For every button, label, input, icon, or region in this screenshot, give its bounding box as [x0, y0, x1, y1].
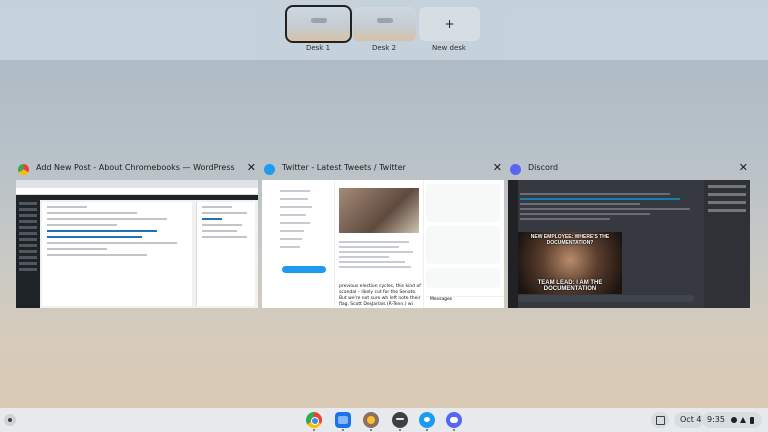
window-title: Twitter - Latest Tweets / Twitter [282, 163, 406, 172]
launcher-button[interactable] [4, 414, 16, 426]
window-wordpress[interactable]: Add New Post - About Chromebooks — WordP… [16, 160, 258, 308]
close-icon[interactable]: ✕ [493, 161, 502, 174]
clock-time: 9:35 [707, 415, 725, 424]
files-app-icon[interactable] [335, 412, 351, 431]
server-list [508, 180, 518, 308]
messages-bar: Messages [426, 296, 504, 307]
wp-editor [42, 202, 192, 306]
tweet-text: previous election cycles, this kind of s… [339, 284, 421, 307]
desk-2-thumbnail[interactable] [353, 7, 416, 41]
twitter-app-icon[interactable] [419, 412, 435, 431]
meme-bottom-text: TEAM LEAD: I AM THE DOCUMENTATION [537, 280, 603, 292]
tweet-photo [339, 188, 419, 233]
window-header: Discord ✕ [508, 160, 750, 180]
meme-top-text: NEW EMPLOYEE: WHERE'S THE DOCUMENTATION? [530, 234, 610, 246]
member-list [704, 180, 750, 308]
wp-admin-sidebar [16, 199, 40, 308]
window-header: Twitter - Latest Tweets / Twitter ✕ [262, 160, 504, 180]
plus-icon: + [444, 17, 455, 31]
date-tray[interactable]: Oct 4 [674, 412, 704, 428]
chrome-icon [18, 164, 29, 175]
new-desk-label: New desk [432, 44, 466, 52]
whats-happening [426, 184, 500, 292]
close-icon[interactable]: ✕ [739, 161, 748, 174]
overview-tray-icon[interactable] [651, 412, 669, 428]
twitter-nav [280, 186, 325, 254]
tweet-button [282, 266, 326, 273]
wp-settings-panel [196, 202, 255, 306]
battery-icon [750, 417, 754, 424]
chrome-app-icon[interactable] [306, 412, 322, 431]
window-header: Add New Post - About Chromebooks — WordP… [16, 160, 258, 180]
terminal-app-icon[interactable] [392, 412, 408, 431]
twitter-feed: previous election cycles, this kind of s… [334, 180, 424, 308]
meme-image: NEW EMPLOYEE: WHERE'S THE DOCUMENTATION?… [518, 232, 622, 294]
window-preview[interactable]: NEW EMPLOYEE: WHERE'S THE DOCUMENTATION?… [508, 180, 750, 308]
notification-icon [731, 417, 737, 423]
status-area[interactable]: 9:35 [702, 412, 762, 428]
window-twitter[interactable]: Twitter - Latest Tweets / Twitter ✕ prev… [262, 160, 504, 308]
date-text: Oct 4 [680, 415, 702, 424]
desk-1-thumbnail[interactable] [285, 5, 352, 43]
window-preview[interactable]: previous election cycles, this kind of s… [262, 180, 504, 308]
twitter-icon [264, 164, 275, 175]
window-title: Add New Post - About Chromebooks — WordP… [36, 163, 235, 172]
gimp-app-icon[interactable] [363, 412, 379, 431]
desks-bar: Desk 1 Desk 2 + New desk [0, 0, 768, 60]
window-preview[interactable] [16, 180, 258, 308]
close-icon[interactable]: ✕ [247, 161, 256, 174]
window-discord[interactable]: Discord ✕ NEW EMPLOYEE: WHERE'S THE DOCU… [508, 160, 750, 308]
discord-messages [520, 190, 696, 223]
discord-app-icon[interactable] [446, 412, 462, 431]
shelf: Oct 4 9:35 [0, 408, 768, 432]
discord-icon [510, 164, 521, 175]
window-title: Discord [528, 163, 559, 172]
message-input [518, 295, 694, 302]
new-desk-button[interactable]: + [419, 7, 480, 41]
wifi-icon [740, 417, 746, 423]
